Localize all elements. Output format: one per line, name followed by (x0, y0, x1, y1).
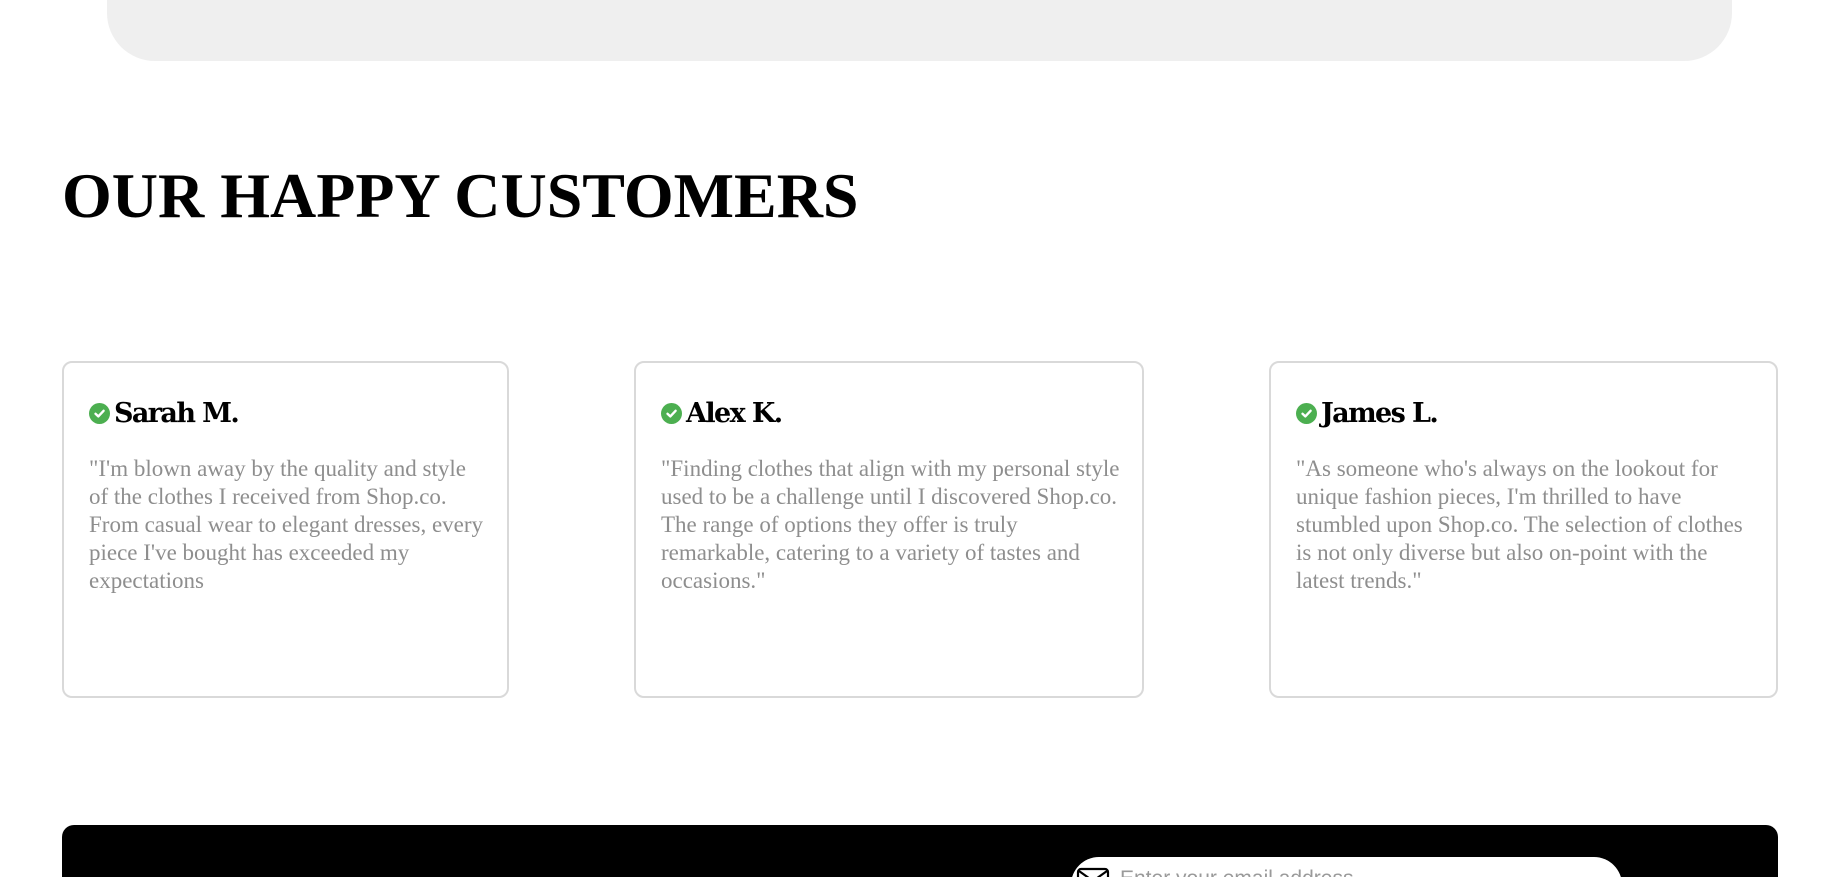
review-header: Alex K. (661, 396, 783, 432)
newsletter-email-field[interactable] (1071, 857, 1622, 877)
review-header: Sarah M. (89, 396, 240, 432)
review-card: Sarah M. "I'm blown away by the quality … (62, 361, 509, 698)
review-card: Alex K. "Finding clothes that align with… (634, 361, 1144, 698)
customer-name: James L. (1321, 398, 1439, 429)
review-text: "As someone who's always on the lookout … (1296, 456, 1743, 593)
customer-name: Sarah M. (114, 398, 240, 429)
customer-name: Alex K. (686, 398, 783, 429)
top-banner (107, 0, 1732, 61)
mail-icon (1076, 867, 1110, 877)
section-title: OUR HAPPY CUSTOMERS (62, 160, 859, 231)
newsletter-email-input[interactable] (1120, 867, 1590, 877)
review-text: "I'm blown away by the quality and style… (89, 456, 484, 593)
review-header: James L. (1296, 396, 1439, 432)
verified-check-icon (661, 402, 682, 424)
verified-check-icon (89, 402, 110, 424)
review-card: James L. "As someone who's always on the… (1269, 361, 1778, 698)
review-text: "Finding clothes that align with my pers… (661, 456, 1120, 593)
verified-check-icon (1296, 402, 1317, 424)
